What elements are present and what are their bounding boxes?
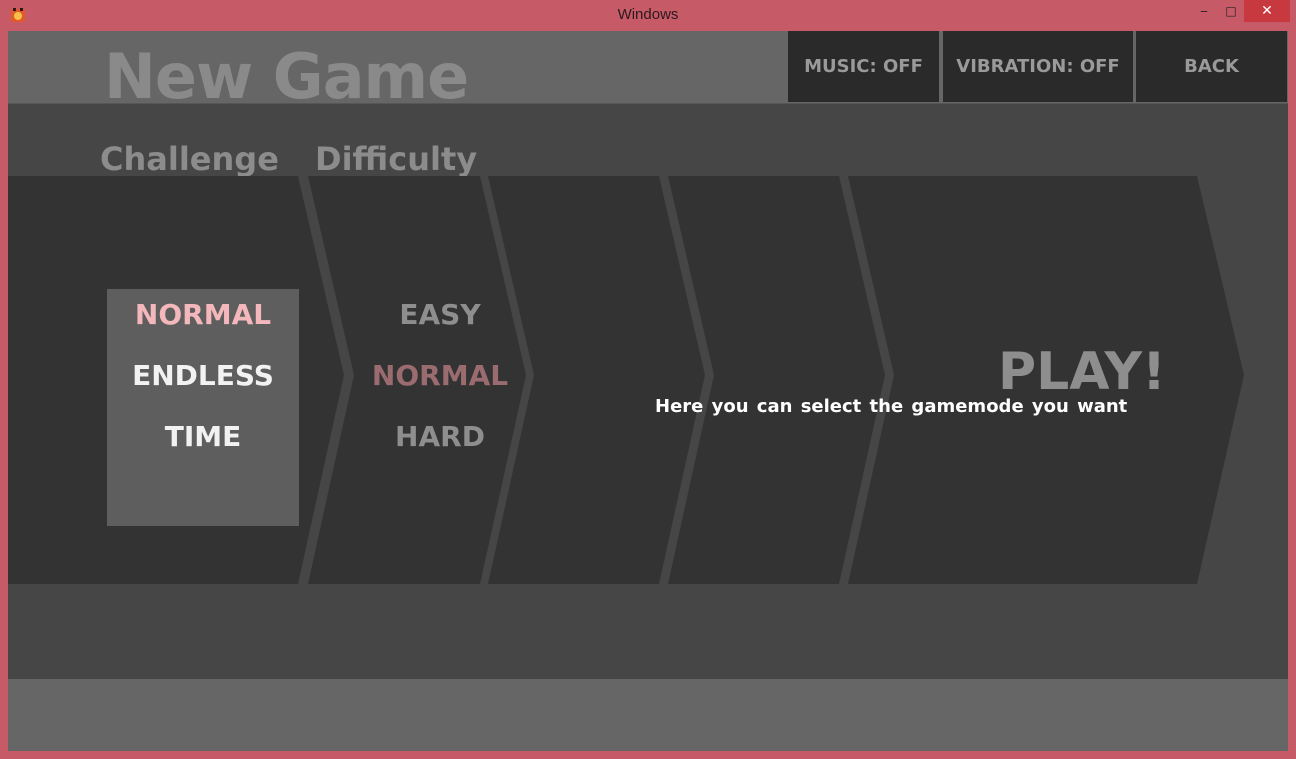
game-screen: New Game MUSIC: OFF VIBRATION: OFF BACK … bbox=[8, 31, 1288, 751]
mode-option-normal[interactable]: NORMAL bbox=[107, 298, 299, 332]
title-bar[interactable]: Windows ‒ □ ✕ bbox=[0, 0, 1296, 31]
footer-bar bbox=[8, 679, 1288, 751]
mode-option-endless[interactable]: ENDLESS bbox=[107, 359, 299, 393]
minimize-icon[interactable]: ‒ bbox=[1190, 0, 1218, 22]
maximize-icon[interactable]: □ bbox=[1218, 0, 1244, 22]
game-window: Windows ‒ □ ✕ New Game MUSIC: OFF VIBRAT… bbox=[0, 0, 1296, 759]
close-icon[interactable]: ✕ bbox=[1244, 0, 1290, 22]
play-button[interactable]: PLAY! bbox=[998, 341, 1166, 403]
difficulty-option-normal[interactable]: NORMAL bbox=[340, 359, 540, 393]
difficulty-option-hard[interactable]: HARD bbox=[340, 420, 540, 454]
mode-option-time[interactable]: TIME bbox=[107, 420, 299, 454]
window-title: Windows bbox=[617, 6, 679, 23]
difficulty-option-easy[interactable]: EASY bbox=[340, 298, 540, 332]
hint-text: Here you can select the gamemode you wan… bbox=[655, 396, 1128, 417]
